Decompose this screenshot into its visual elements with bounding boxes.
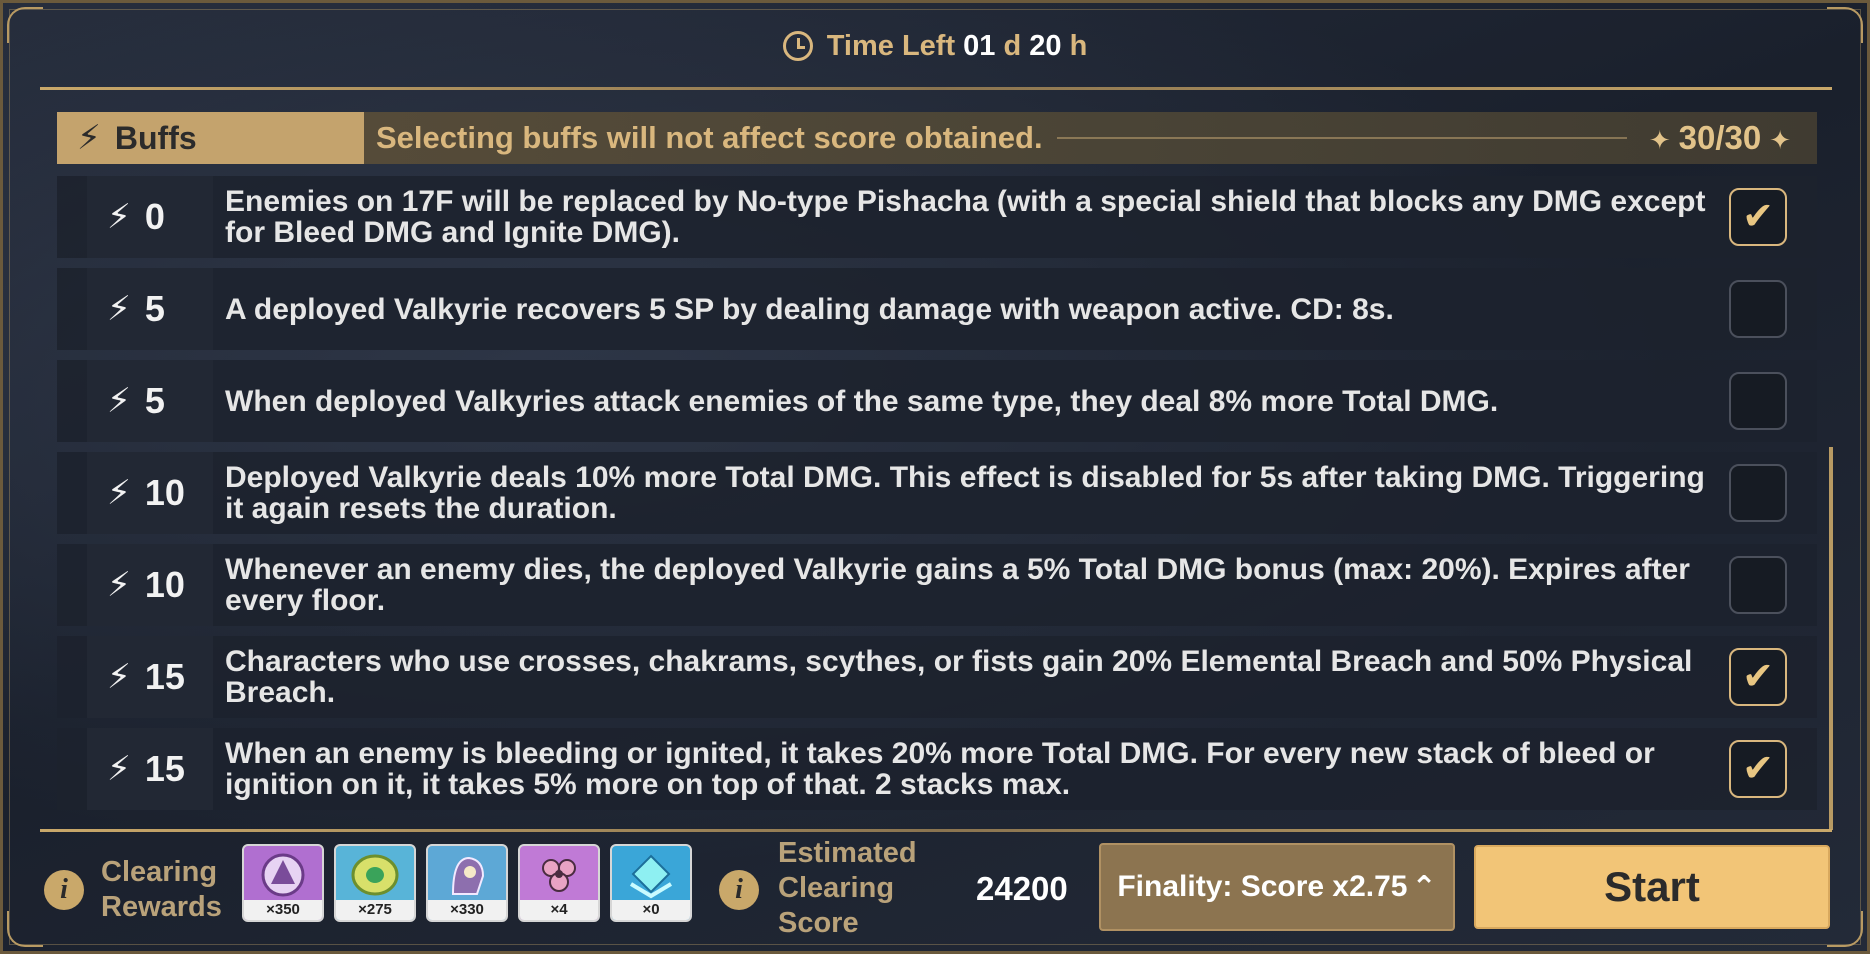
info-icon[interactable]: i bbox=[44, 870, 84, 910]
buff-cost-value: 15 bbox=[144, 748, 185, 789]
buffs-count-value: 30/30 bbox=[1678, 119, 1762, 156]
lightning-icon: ⚡ bbox=[107, 658, 131, 696]
finality-label: Finality: Score x2.75 bbox=[1117, 870, 1408, 903]
reward-quantity: ×330 bbox=[428, 900, 506, 920]
clock-icon bbox=[782, 31, 813, 61]
reward-quantity: ×4 bbox=[520, 900, 598, 920]
coin-icon bbox=[336, 846, 414, 904]
buff-row[interactable]: ⚡ 15 Characters who use crosses, chakrams… bbox=[57, 636, 1817, 718]
lightning-icon: ⚡ bbox=[77, 119, 101, 157]
lightning-icon: ⚡ bbox=[107, 290, 131, 328]
reward-item[interactable]: ×4 bbox=[518, 844, 600, 922]
buff-cost: ⚡ 15 bbox=[87, 636, 213, 718]
buff-cost-value: 5 bbox=[144, 380, 165, 421]
checkmark-icon: ✔ bbox=[1742, 656, 1774, 698]
lightning-icon: ⚡ bbox=[107, 566, 131, 604]
buff-checkbox[interactable]: ✔ bbox=[1729, 648, 1787, 706]
divider bbox=[40, 87, 1832, 90]
buff-cost: ⚡ 5 bbox=[87, 360, 213, 442]
estimated-score-value: 24200 bbox=[976, 870, 1068, 907]
buff-description: When deployed Valkyries attack enemies o… bbox=[225, 384, 1499, 418]
buff-checkbox[interactable] bbox=[1729, 280, 1787, 338]
finality-dropdown-button[interactable]: Finality: Score x2.75 ⌃ bbox=[1099, 843, 1455, 931]
flower-crystal-icon bbox=[520, 846, 598, 904]
reward-item[interactable]: ×0 bbox=[610, 844, 692, 922]
time-left-label: Time Left bbox=[826, 30, 956, 62]
hours-unit: h bbox=[1069, 30, 1088, 62]
hours-value: 20 bbox=[1029, 30, 1062, 62]
buff-row[interactable]: ⚡ 15 When an enemy is bleeding or ignited… bbox=[57, 728, 1817, 810]
estimated-score-line: Clearing bbox=[778, 872, 895, 904]
buff-description: Deployed Valkyrie deals 10% more Total D… bbox=[225, 461, 1705, 525]
lightning-icon: ⚡ bbox=[107, 382, 131, 420]
buffs-note: Selecting buffs will not affect score ob… bbox=[376, 120, 1043, 155]
buff-cost-value: 10 bbox=[144, 472, 185, 513]
estimated-score-line: Score bbox=[778, 907, 859, 939]
buff-row[interactable]: ⚡ 5 A deployed Valkyrie recovers 5 SP by … bbox=[57, 268, 1817, 350]
stigmata-shard-icon bbox=[244, 846, 322, 904]
buff-cost: ⚡ 0 bbox=[87, 176, 213, 258]
buff-cost: ⚡ 5 bbox=[87, 268, 213, 350]
checkmark-icon: ✔ bbox=[1742, 196, 1774, 238]
reward-quantity: ×350 bbox=[244, 900, 322, 920]
buff-row[interactable]: ⚡ 0 Enemies on 17F will be replaced by No… bbox=[57, 176, 1817, 258]
reward-item[interactable]: ×275 bbox=[334, 844, 416, 922]
reward-item[interactable]: ×330 bbox=[426, 844, 508, 922]
divider bbox=[40, 829, 1832, 832]
warrior-badge-icon bbox=[428, 846, 506, 904]
buff-checkbox[interactable] bbox=[1729, 464, 1787, 522]
reward-quantity: ×0 bbox=[612, 900, 690, 920]
estimated-score-label: Estimated Clearing Score bbox=[778, 836, 917, 941]
buff-cost: ⚡ 15 bbox=[87, 728, 213, 810]
start-button[interactable]: Start bbox=[1474, 845, 1830, 929]
buff-checkbox[interactable]: ✔ bbox=[1729, 740, 1787, 798]
days-unit: d bbox=[1003, 30, 1022, 62]
days-value: 01 bbox=[963, 30, 996, 62]
buff-cost-value: 0 bbox=[144, 196, 165, 237]
buff-cost: ⚡ 10 bbox=[87, 544, 213, 626]
sparkle-icon: ✦ bbox=[1769, 125, 1791, 155]
checkmark-icon: ✔ bbox=[1742, 748, 1774, 790]
lightning-icon: ⚡ bbox=[107, 474, 131, 512]
buff-checkbox[interactable] bbox=[1729, 556, 1787, 614]
buff-cost-value: 15 bbox=[144, 656, 185, 697]
reward-item[interactable]: ×350 bbox=[242, 844, 324, 922]
buff-row[interactable]: ⚡ 10 Whenever an enemy dies, the deployed… bbox=[57, 544, 1817, 626]
buffs-header: ⚡ Buffs Selecting buffs will not affect … bbox=[57, 112, 1817, 164]
clearing-rewards-line: Rewards bbox=[101, 891, 222, 923]
buff-row[interactable]: ⚡ 10 Deployed Valkyrie deals 10% more Tot… bbox=[57, 452, 1817, 534]
buff-list: ⚡ 0 Enemies on 17F will be replaced by No… bbox=[57, 176, 1817, 820]
buff-description: A deployed Valkyrie recovers 5 SP by dea… bbox=[225, 292, 1394, 326]
buff-cost-value: 10 bbox=[144, 564, 185, 605]
estimated-score-line: Estimated bbox=[778, 837, 917, 869]
buff-description: When an enemy is bleeding or ignited, it… bbox=[225, 737, 1655, 801]
info-icon[interactable]: i bbox=[719, 870, 759, 910]
tab-buffs[interactable]: ⚡ Buffs bbox=[57, 112, 364, 164]
buff-checkbox[interactable] bbox=[1729, 372, 1787, 430]
buff-cost: ⚡ 10 bbox=[87, 452, 213, 534]
buffs-count: ✦ 30/30 ✦ bbox=[1641, 119, 1799, 157]
diamond-icon bbox=[612, 846, 690, 904]
buff-cost-value: 5 bbox=[144, 288, 165, 329]
clearing-rewards-line: Clearing bbox=[101, 856, 218, 888]
buff-checkbox[interactable]: ✔ bbox=[1729, 188, 1787, 246]
time-left: Time Left 01 d 20 h bbox=[0, 30, 1870, 63]
buff-description: Enemies on 17F will be replaced by No-ty… bbox=[225, 185, 1706, 249]
buff-description: Whenever an enemy dies, the deployed Val… bbox=[225, 553, 1690, 617]
frame-corner-ornament bbox=[1827, 911, 1863, 947]
divider bbox=[1056, 137, 1627, 139]
sparkle-icon: ✦ bbox=[1648, 125, 1671, 155]
clearing-rewards-label: Clearing Rewards bbox=[101, 855, 222, 925]
lightning-icon: ⚡ bbox=[107, 750, 131, 788]
lightning-icon: ⚡ bbox=[107, 198, 131, 236]
buff-description: Characters who use crosses, chakrams, sc… bbox=[225, 645, 1693, 709]
scrollbar[interactable] bbox=[1829, 447, 1833, 830]
chevron-up-icon: ⌃ bbox=[1411, 870, 1437, 904]
reward-quantity: ×275 bbox=[336, 900, 414, 920]
frame-corner-ornament bbox=[7, 911, 43, 947]
buffs-tab-label: Buffs bbox=[114, 119, 197, 156]
buff-row[interactable]: ⚡ 5 When deployed Valkyries attack enemie… bbox=[57, 360, 1817, 442]
